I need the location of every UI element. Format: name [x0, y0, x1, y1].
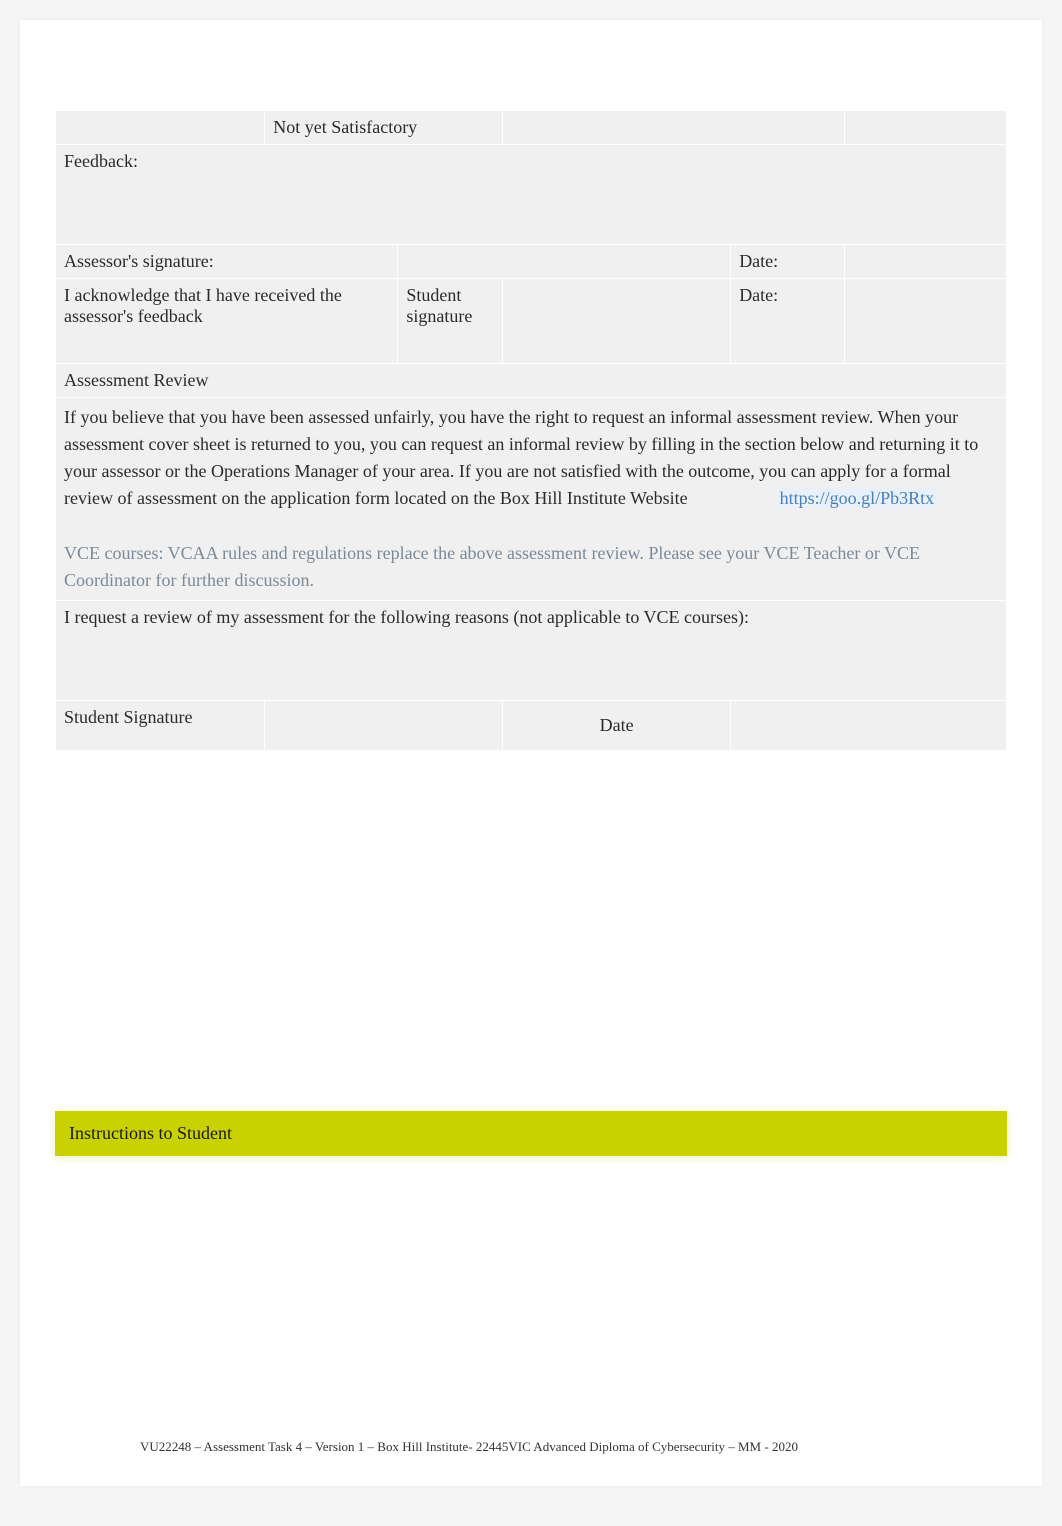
assessor-signature-label-cell: Assessor's signature: [56, 245, 398, 279]
document-page: Not yet Satisfactory Feedback: Assessor'… [20, 20, 1042, 1486]
student-signature-label-2: Student Signature [64, 707, 193, 727]
acknowledgement-text: I acknowledge that I have received the a… [64, 285, 342, 326]
instructions-heading: Instructions to Student [69, 1123, 232, 1143]
assessment-review-header-row: Assessment Review [56, 364, 1007, 398]
assessor-date-label: Date: [739, 251, 778, 271]
assessment-review-body-cell: If you believe that you have been assess… [56, 398, 1007, 601]
student-signature-input[interactable] [502, 279, 730, 364]
empty-cell [502, 111, 844, 145]
feedback-cell[interactable]: Feedback: [56, 145, 1007, 245]
outcome-row: Not yet Satisfactory [56, 111, 1007, 145]
not-yet-satisfactory-cell: Not yet Satisfactory [265, 111, 503, 145]
review-date-label-cell: Date [502, 701, 730, 751]
page-footer: VU22248 – Assessment Task 4 – Version 1 … [140, 1438, 922, 1456]
assessment-review-body-row: If you believe that you have been assess… [56, 398, 1007, 601]
assessor-signature-row: Assessor's signature: Date: [56, 245, 1007, 279]
review-signature-row: Student Signature Date [56, 701, 1007, 751]
not-yet-satisfactory-label: Not yet Satisfactory [273, 117, 417, 137]
review-request-row: I request a review of my assessment for … [56, 601, 1007, 701]
acknowledgement-text-cell: I acknowledge that I have received the a… [56, 279, 398, 364]
assessor-signature-input[interactable] [398, 245, 731, 279]
assessor-date-input[interactable] [845, 245, 1007, 279]
assessment-review-header: Assessment Review [64, 370, 208, 390]
ack-date-label-cell: Date: [731, 279, 845, 364]
acknowledgement-row: I acknowledge that I have received the a… [56, 279, 1007, 364]
empty-cell [845, 111, 1007, 145]
top-spacer [55, 50, 1007, 110]
empty-cell [56, 111, 265, 145]
review-request-cell[interactable]: I request a review of my assessment for … [56, 601, 1007, 701]
review-date-input[interactable] [731, 701, 1007, 751]
student-signature-input-2[interactable] [265, 701, 503, 751]
student-signature-label-cell-2: Student Signature [56, 701, 265, 751]
review-date-label: Date [600, 715, 634, 735]
ack-date-input[interactable] [845, 279, 1007, 364]
assessment-table: Not yet Satisfactory Feedback: Assessor'… [55, 110, 1007, 751]
footer-text: VU22248 – Assessment Task 4 – Version 1 … [140, 1439, 798, 1454]
assessor-signature-label: Assessor's signature: [64, 251, 214, 271]
ack-date-label: Date: [739, 285, 778, 305]
feedback-row: Feedback: [56, 145, 1007, 245]
assessor-date-label-cell: Date: [731, 245, 845, 279]
feedback-label: Feedback: [64, 151, 138, 171]
student-signature-label: Student signature [406, 285, 472, 326]
vce-note: VCE courses: VCAA rules and regulations … [64, 543, 920, 590]
student-signature-label-cell: Student signature [398, 279, 503, 364]
assessment-review-header-cell: Assessment Review [56, 364, 1007, 398]
instructions-heading-bar: Instructions to Student [55, 1111, 1007, 1156]
review-link[interactable]: https://goo.gl/Pb3Rtx [777, 488, 938, 508]
review-request-label: I request a review of my assessment for … [64, 607, 749, 627]
